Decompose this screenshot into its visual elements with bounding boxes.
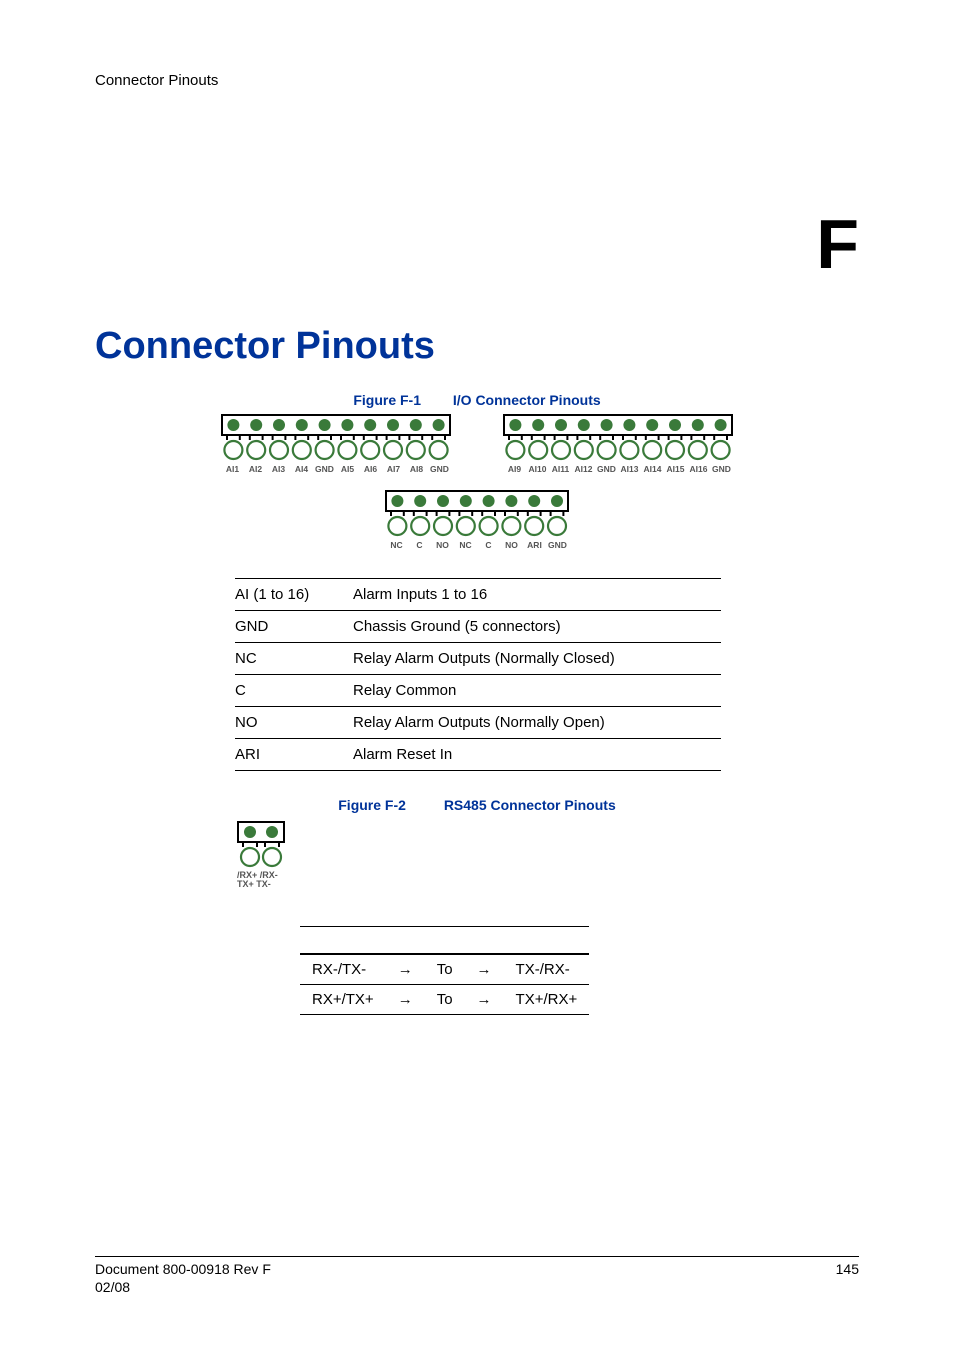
io-key: C (235, 675, 353, 707)
pin-label: AI2 (244, 464, 267, 474)
table-row: CRelay Common (235, 675, 721, 707)
io-key: AI (1 to 16) (235, 579, 353, 611)
rs485-label-line2: TX+ TX- (237, 880, 859, 889)
pin-label: AI4 (290, 464, 313, 474)
io-pinout-table: AI (1 to 16)Alarm Inputs 1 to 16 GNDChas… (235, 578, 721, 771)
connector-c-labels: NC C NO NC C NO ARI GND (385, 540, 569, 550)
pin-label: AI5 (336, 464, 359, 474)
table-row: NCRelay Alarm Outputs (Normally Closed) (235, 643, 721, 675)
pin-label: ARI (523, 540, 546, 550)
pin-label: AI11 (549, 464, 572, 474)
rs-mid: To (425, 984, 465, 1014)
pin-label: AI13 (618, 464, 641, 474)
pin-label: GND (313, 464, 336, 474)
rs-from: RX+/TX+ (300, 984, 386, 1014)
connector-a-labels: AI1 AI2 AI3 AI4 GND AI5 AI6 AI7 AI8 GND (221, 464, 451, 474)
pin-label: NO (500, 540, 523, 550)
rs-from: RX-/TX- (300, 954, 386, 985)
connector-row-top: AI1 AI2 AI3 AI4 GND AI5 AI6 AI7 AI8 GND (95, 414, 859, 474)
table-row: NORelay Alarm Outputs (Normally Open) (235, 707, 721, 739)
figure1-caption: Figure F-1 I/O Connector Pinouts (95, 392, 859, 408)
pin-label: NC (385, 540, 408, 550)
connector-icon (503, 414, 733, 462)
pin-label: AI6 (359, 464, 382, 474)
pin-label: GND (710, 464, 733, 474)
footer-doc: Document 800-00918 Rev F (95, 1261, 271, 1279)
io-desc: Relay Alarm Outputs (Normally Closed) (353, 643, 721, 675)
pin-label: AI7 (382, 464, 405, 474)
pin-label: AI12 (572, 464, 595, 474)
io-desc: Relay Common (353, 675, 721, 707)
connector-block-c: NC C NO NC C NO ARI GND (385, 490, 569, 550)
appendix-letter: F (95, 209, 859, 279)
io-desc: Alarm Inputs 1 to 16 (353, 579, 721, 611)
connector-block-a: AI1 AI2 AI3 AI4 GND AI5 AI6 AI7 AI8 GND (221, 414, 451, 474)
pin-label: AI16 (687, 464, 710, 474)
table-row: AI (1 to 16)Alarm Inputs 1 to 16 (235, 579, 721, 611)
figure2-caption: Figure F-2 RS485 Connector Pinouts (95, 797, 859, 813)
page-footer: Document 800-00918 Rev F 02/08 145 (95, 1256, 859, 1296)
footer-date: 02/08 (95, 1279, 271, 1297)
connector-icon (221, 414, 451, 462)
footer-page-number: 145 (836, 1261, 859, 1296)
connector-block-b: AI9 AI10 AI11 AI12 GND AI13 AI14 AI15 AI… (503, 414, 733, 474)
pin-label: AI8 (405, 464, 428, 474)
figure1-title: I/O Connector Pinouts (453, 392, 601, 408)
pin-label: GND (546, 540, 569, 550)
figure2-label: Figure F-2 (338, 797, 406, 813)
io-key: NC (235, 643, 353, 675)
running-header: Connector Pinouts (95, 72, 859, 89)
arrow-right-icon: → (465, 984, 504, 1014)
pin-label: C (477, 540, 500, 550)
page-title: Connector Pinouts (95, 325, 859, 368)
arrow-right-icon: → (386, 984, 425, 1014)
connector-b-labels: AI9 AI10 AI11 AI12 GND AI13 AI14 AI15 AI… (503, 464, 733, 474)
table-row: ARIAlarm Reset In (235, 739, 721, 771)
rs485-connector: /RX+ /RX- TX+ TX- (237, 821, 859, 890)
figure2-title: RS485 Connector Pinouts (444, 797, 616, 813)
rs-to: TX+/RX+ (504, 984, 590, 1014)
io-key: ARI (235, 739, 353, 771)
pin-label: AI1 (221, 464, 244, 474)
rs485-label-line1: /RX+ /RX- (237, 871, 859, 880)
connector-row-bottom: NC C NO NC C NO ARI GND (95, 490, 859, 550)
table-row (300, 926, 589, 954)
connector-icon (385, 490, 569, 538)
arrow-right-icon: → (386, 954, 425, 985)
rs485-labels: /RX+ /RX- TX+ TX- (237, 871, 859, 890)
rs-mid: To (425, 954, 465, 985)
pin-label: NC (454, 540, 477, 550)
pin-label: AI9 (503, 464, 526, 474)
pin-label: C (408, 540, 431, 550)
io-desc: Alarm Reset In (353, 739, 721, 771)
rs-to: TX-/RX- (504, 954, 590, 985)
pin-label: AI15 (664, 464, 687, 474)
figure1-label: Figure F-1 (353, 392, 421, 408)
pin-label: GND (595, 464, 618, 474)
io-desc: Relay Alarm Outputs (Normally Open) (353, 707, 721, 739)
pin-label: GND (428, 464, 451, 474)
pin-label: AI10 (526, 464, 549, 474)
io-key: NO (235, 707, 353, 739)
rs485-mapping-table: RX-/TX- → To → TX-/RX- RX+/TX+ → To → TX… (300, 926, 589, 1015)
arrow-right-icon: → (465, 954, 504, 985)
pin-label: NO (431, 540, 454, 550)
pin-label: AI14 (641, 464, 664, 474)
connector-icon (237, 821, 285, 869)
table-row: RX+/TX+ → To → TX+/RX+ (300, 984, 589, 1014)
io-key: GND (235, 611, 353, 643)
pin-label: AI3 (267, 464, 290, 474)
io-desc: Chassis Ground (5 connectors) (353, 611, 721, 643)
table-row: GNDChassis Ground (5 connectors) (235, 611, 721, 643)
table-row: RX-/TX- → To → TX-/RX- (300, 954, 589, 985)
